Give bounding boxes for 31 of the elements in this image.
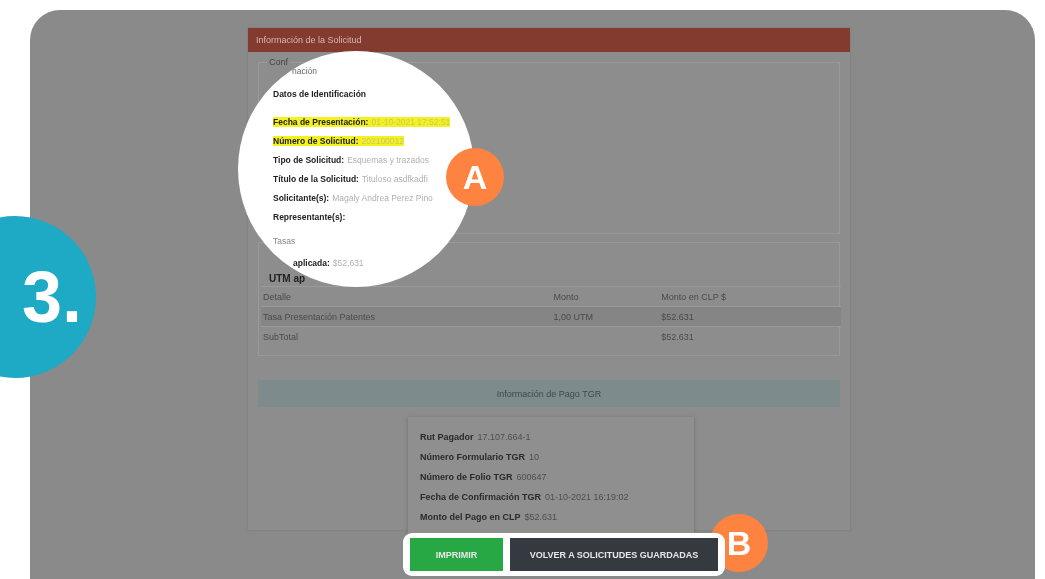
table-cell: $52.631 xyxy=(659,306,841,327)
field-label: Número Formulario TGR xyxy=(420,452,525,462)
field-value: 17.107.664-1 xyxy=(477,432,531,442)
utm-label: UTM ap xyxy=(269,273,306,284)
field-label: Número de Solicitud: xyxy=(273,136,359,146)
field-label: Solicitante(s): xyxy=(273,193,330,203)
section-legend: Tasas xyxy=(273,236,296,246)
table-cell: $52.631 xyxy=(659,326,841,346)
section-subtitle: Datos de Identificación xyxy=(273,89,367,99)
field-value: Esquemas y trazados xyxy=(347,155,429,165)
field-value: $52.631 xyxy=(332,258,364,268)
field-value: 10 xyxy=(529,452,540,462)
field-label: Representante(s): xyxy=(273,212,346,222)
field-label: aplicada: xyxy=(293,258,330,268)
field-value: 01-10-2021 17:52:51 xyxy=(371,117,451,127)
field-label: Monto del Pago en CLP xyxy=(420,512,521,522)
field-value: 600647 xyxy=(516,472,547,482)
field-label: Tipo de Solicitud: xyxy=(273,155,345,165)
field-value: 01-10-2021 16:19:02 xyxy=(545,492,629,502)
field-value: 202100012 xyxy=(361,136,405,146)
field-value: $52.631 xyxy=(524,512,558,522)
field-label: Fecha de Presentación: xyxy=(273,117,369,127)
field-label: Fecha de Confirmación TGR xyxy=(420,492,542,502)
field-value: Magaly Andrea Perez Pino xyxy=(332,193,433,203)
section-legend: nación xyxy=(292,66,318,76)
field-label: Rut Pagador xyxy=(420,432,474,442)
table-cell: SubTotal xyxy=(261,326,552,346)
field-label: Número de Folio TGR xyxy=(420,472,513,482)
field-label: Título de la Solicitud: xyxy=(273,174,359,184)
field-value: Tituloso asdfkadfi xyxy=(361,174,428,184)
panel-header: Información de la Solicitud xyxy=(248,28,850,52)
